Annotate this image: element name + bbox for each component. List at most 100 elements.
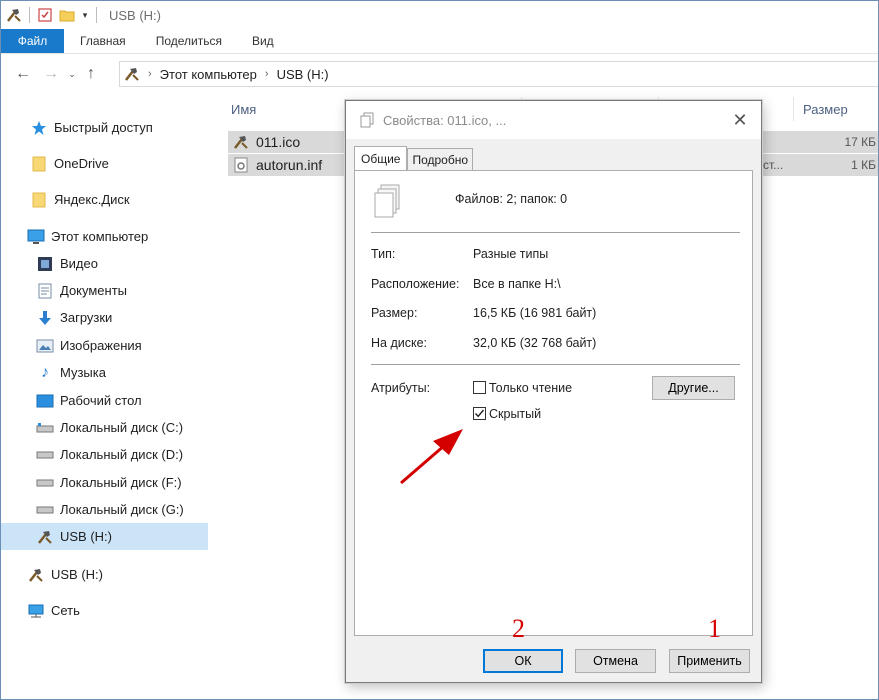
ok-button[interactable]: ОК [483,649,563,673]
sidebar-item-documents[interactable]: Документы [1,277,208,304]
up-arrow-icon[interactable]: ↑ [79,60,103,88]
explorer-window: ▾ USB (H:) Файл Главная Поделиться Вид ←… [0,0,879,700]
navigation-bar: ← → ⌄ ↑ › Этот компьютер › USB (H:) [1,58,878,90]
apply-button[interactable]: Применить [669,649,750,673]
file-size: 1 КБ [851,158,876,172]
divider [371,232,740,233]
size-value: 16,5 КБ (16 981 байт) [473,306,597,320]
other-attributes-button[interactable]: Другие... [652,376,735,400]
general-panel: Файлов: 2; папок: 0 Тип: Разные типы Рас… [354,170,753,636]
download-icon [36,309,54,327]
ribbon-tabs: Файл Главная Поделиться Вид [1,29,878,54]
drive-icon [36,501,54,519]
size-label: Размер: [371,306,418,320]
size-on-disk-value: 32,0 КБ (32 768 байт) [473,336,597,350]
hidden-checkbox[interactable] [473,407,486,420]
address-bar[interactable]: › Этот компьютер › USB (H:) [119,61,878,87]
drive-icon [36,419,54,437]
window-title: USB (H:) [109,7,161,23]
properties-icon[interactable] [34,4,56,26]
chevron-right-icon: › [148,68,152,80]
sidebar-item-usb-h[interactable]: USB (H:) [1,523,208,550]
sidebar-item-quick-access[interactable]: Быстрый доступ [1,114,208,141]
column-header-name[interactable]: Имя [231,97,256,121]
drive-icon [36,474,54,492]
pictures-icon [36,337,54,355]
column-header-size[interactable]: Размер [803,97,848,121]
annotation-arrow [400,429,463,485]
type-value: Разные типы [473,247,549,261]
sidebar-item-yandex-disk[interactable]: Яндекс.Диск [1,186,208,213]
file-type: ст... [763,158,784,172]
sidebar-item-music[interactable]: ♪ Музыка [1,359,208,386]
usb-drive-icon [27,566,45,584]
video-icon [36,255,54,273]
sidebar-item-drive-c[interactable]: Локальный диск (C:) [1,414,208,441]
tab-view[interactable]: Вид [237,29,289,53]
cancel-button[interactable]: Отмена [575,649,656,673]
chevron-right-icon: › [264,68,269,80]
computer-icon [27,228,45,246]
tab-details[interactable]: Подробно [407,148,474,170]
folder-icon [30,155,48,173]
sidebar-item-drive-g[interactable]: Локальный диск (G:) [1,496,208,523]
settings-file-icon [232,156,250,174]
type-label: Тип: [371,247,396,261]
file-name-cell: autorun.inf [232,156,322,174]
properties-dialog: Свойства: 011.ico, ... ✕ Общие Подробно … [345,100,762,683]
sidebar-item-pictures[interactable]: Изображения [1,332,208,359]
usb-drive-icon[interactable] [3,4,25,26]
readonly-checkbox[interactable] [473,381,486,394]
breadcrumb-this-pc[interactable]: Этот компьютер [160,67,257,82]
location-label: Расположение: [371,277,460,291]
dialog-title-bar: Свойства: 011.ico, ... ✕ [346,101,761,139]
annotation-number: 1 [708,614,721,643]
sidebar-item-videos[interactable]: Видео [1,250,208,277]
file-name-cell: 011.ico [232,133,300,151]
back-arrow-icon[interactable]: ← [9,60,37,88]
multiple-files-icon [373,183,405,224]
multiple-files-icon [359,112,375,128]
file-size: 17 КБ [844,135,876,149]
music-icon: ♪ [41,363,49,381]
star-icon [30,119,48,137]
folder-icon [30,191,48,209]
recent-dropdown-icon[interactable]: ⌄ [65,60,79,88]
sidebar-item-drive-d[interactable]: Локальный диск (D:) [1,441,208,468]
sidebar-item-downloads[interactable]: Загрузки [1,304,208,331]
dialog-title: Свойства: 011.ico, ... [383,112,507,128]
hidden-label[interactable]: Скрытый [489,407,541,421]
tab-share[interactable]: Поделиться [141,29,237,53]
new-folder-icon[interactable] [56,4,78,26]
attributes-label: Атрибуты: [371,381,431,395]
network-icon [27,602,45,620]
navigation-pane: Быстрый доступ OneDrive Яндекс.Диск Этот… [1,97,208,699]
sidebar-item-desktop[interactable]: Рабочий стол [1,387,208,414]
divider [96,7,97,23]
size-on-disk-label: На диске: [371,336,428,350]
tab-home[interactable]: Главная [64,29,141,53]
sidebar-item-onedrive[interactable]: OneDrive [1,150,208,177]
sidebar-item-this-pc[interactable]: Этот компьютер [1,223,208,250]
usb-drive-icon [36,528,54,546]
documents-icon [36,282,54,300]
close-icon[interactable]: ✕ [727,107,753,133]
divider [29,7,30,23]
usb-drive-icon [232,133,250,151]
dialog-tabs: Общие Подробно [354,146,474,170]
tab-general[interactable]: Общие [354,146,408,170]
readonly-label[interactable]: Только чтение [489,381,572,395]
annotation-number: 2 [512,614,525,643]
forward-arrow-icon[interactable]: → [37,60,65,88]
checkmark-icon [474,409,485,418]
title-bar: ▾ USB (H:) [1,1,878,29]
sidebar-item-drive-f[interactable]: Локальный диск (F:) [1,469,208,496]
drive-icon [36,446,54,464]
tab-file[interactable]: Файл [1,29,64,53]
customize-toolbar-icon[interactable]: ▾ [78,4,92,26]
files-summary: Файлов: 2; папок: 0 [455,192,568,206]
breadcrumb-usb[interactable]: USB (H:) [277,67,329,82]
sidebar-item-usb-h-root[interactable]: USB (H:) [1,561,208,588]
column-divider[interactable] [793,97,794,121]
sidebar-item-network[interactable]: Сеть [1,597,208,624]
